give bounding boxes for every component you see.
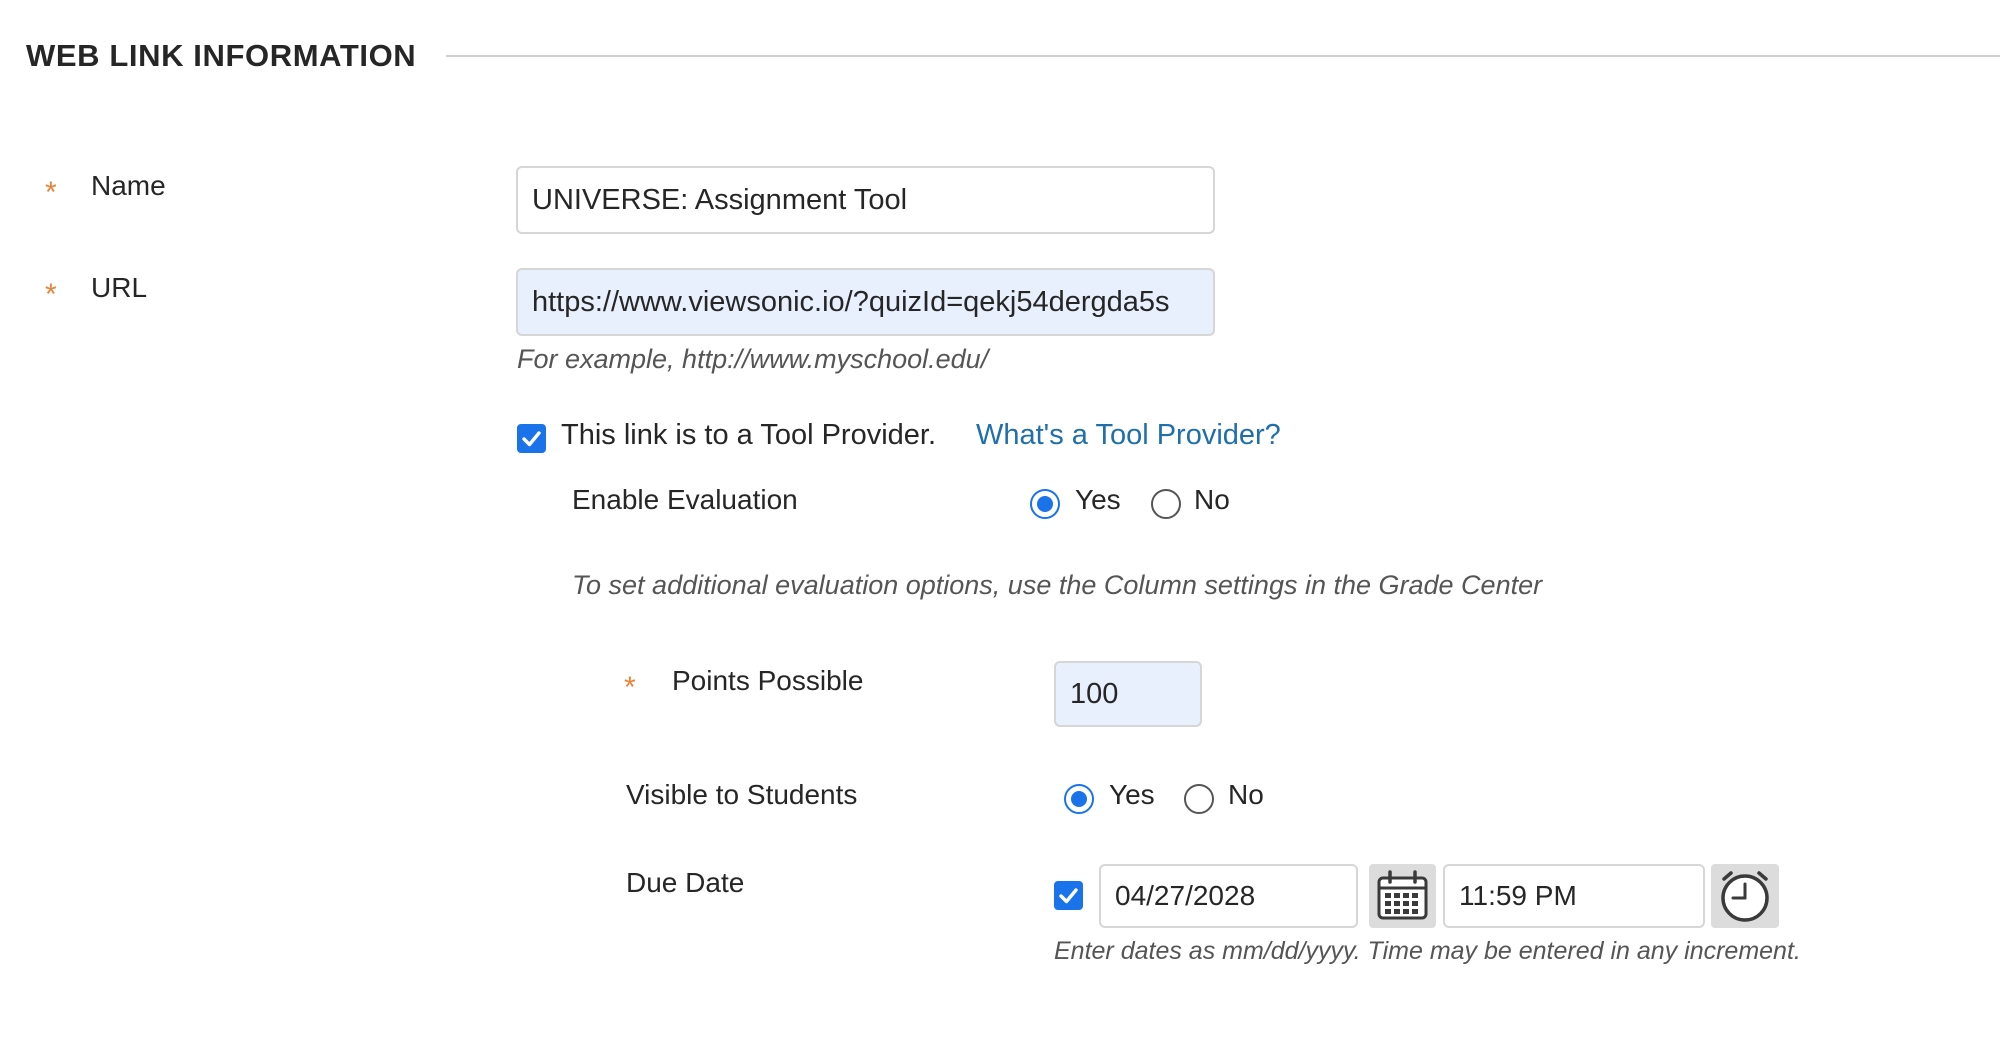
- points-possible-input[interactable]: [1054, 661, 1202, 727]
- due-date-input[interactable]: [1099, 864, 1358, 928]
- checkmark-icon: [522, 431, 541, 447]
- section-divider: [446, 55, 2000, 57]
- calendar-button[interactable]: [1369, 864, 1436, 928]
- points-possible-label: Points Possible: [672, 665, 864, 696]
- visible-to-students-yes-radio[interactable]: [1064, 784, 1094, 814]
- section-title: WEB LINK INFORMATION: [26, 38, 417, 73]
- due-date-hint: Enter dates as mm/dd/yyyy. Time may be e…: [1054, 937, 1801, 965]
- required-marker: *: [45, 176, 57, 209]
- due-date-label: Due Date: [626, 867, 745, 898]
- tool-provider-label: This link is to a Tool Provider.: [561, 419, 937, 451]
- calendar-icon: [1377, 870, 1428, 920]
- required-marker: *: [624, 671, 636, 704]
- name-label: Name: [91, 170, 166, 201]
- evaluation-note: To set additional evaluation options, us…: [572, 570, 1543, 600]
- checkmark-icon: [1059, 888, 1078, 904]
- visible-to-students-yes-label: Yes: [1109, 779, 1155, 810]
- clock-icon: [1721, 871, 1769, 922]
- visible-to-students-no-radio[interactable]: [1184, 784, 1214, 814]
- url-hint: For example, http://www.myschool.edu/: [517, 344, 989, 374]
- visible-to-students-no-label: No: [1228, 779, 1264, 810]
- visible-to-students-label: Visible to Students: [626, 779, 858, 810]
- clock-button[interactable]: [1711, 864, 1779, 928]
- name-input[interactable]: [516, 166, 1215, 234]
- due-time-input[interactable]: [1443, 864, 1705, 928]
- enable-evaluation-no-radio[interactable]: [1151, 489, 1181, 519]
- tool-provider-checkbox[interactable]: [517, 424, 546, 453]
- due-date-checkbox[interactable]: [1054, 881, 1083, 910]
- enable-evaluation-yes-radio[interactable]: [1030, 489, 1060, 519]
- enable-evaluation-label: Enable Evaluation: [572, 484, 798, 515]
- enable-evaluation-no-label: No: [1194, 484, 1230, 515]
- enable-evaluation-yes-label: Yes: [1075, 484, 1121, 515]
- required-marker: *: [45, 278, 57, 311]
- url-label: URL: [91, 272, 148, 303]
- url-input[interactable]: [516, 268, 1215, 336]
- tool-provider-help-link[interactable]: What's a Tool Provider?: [976, 419, 1281, 452]
